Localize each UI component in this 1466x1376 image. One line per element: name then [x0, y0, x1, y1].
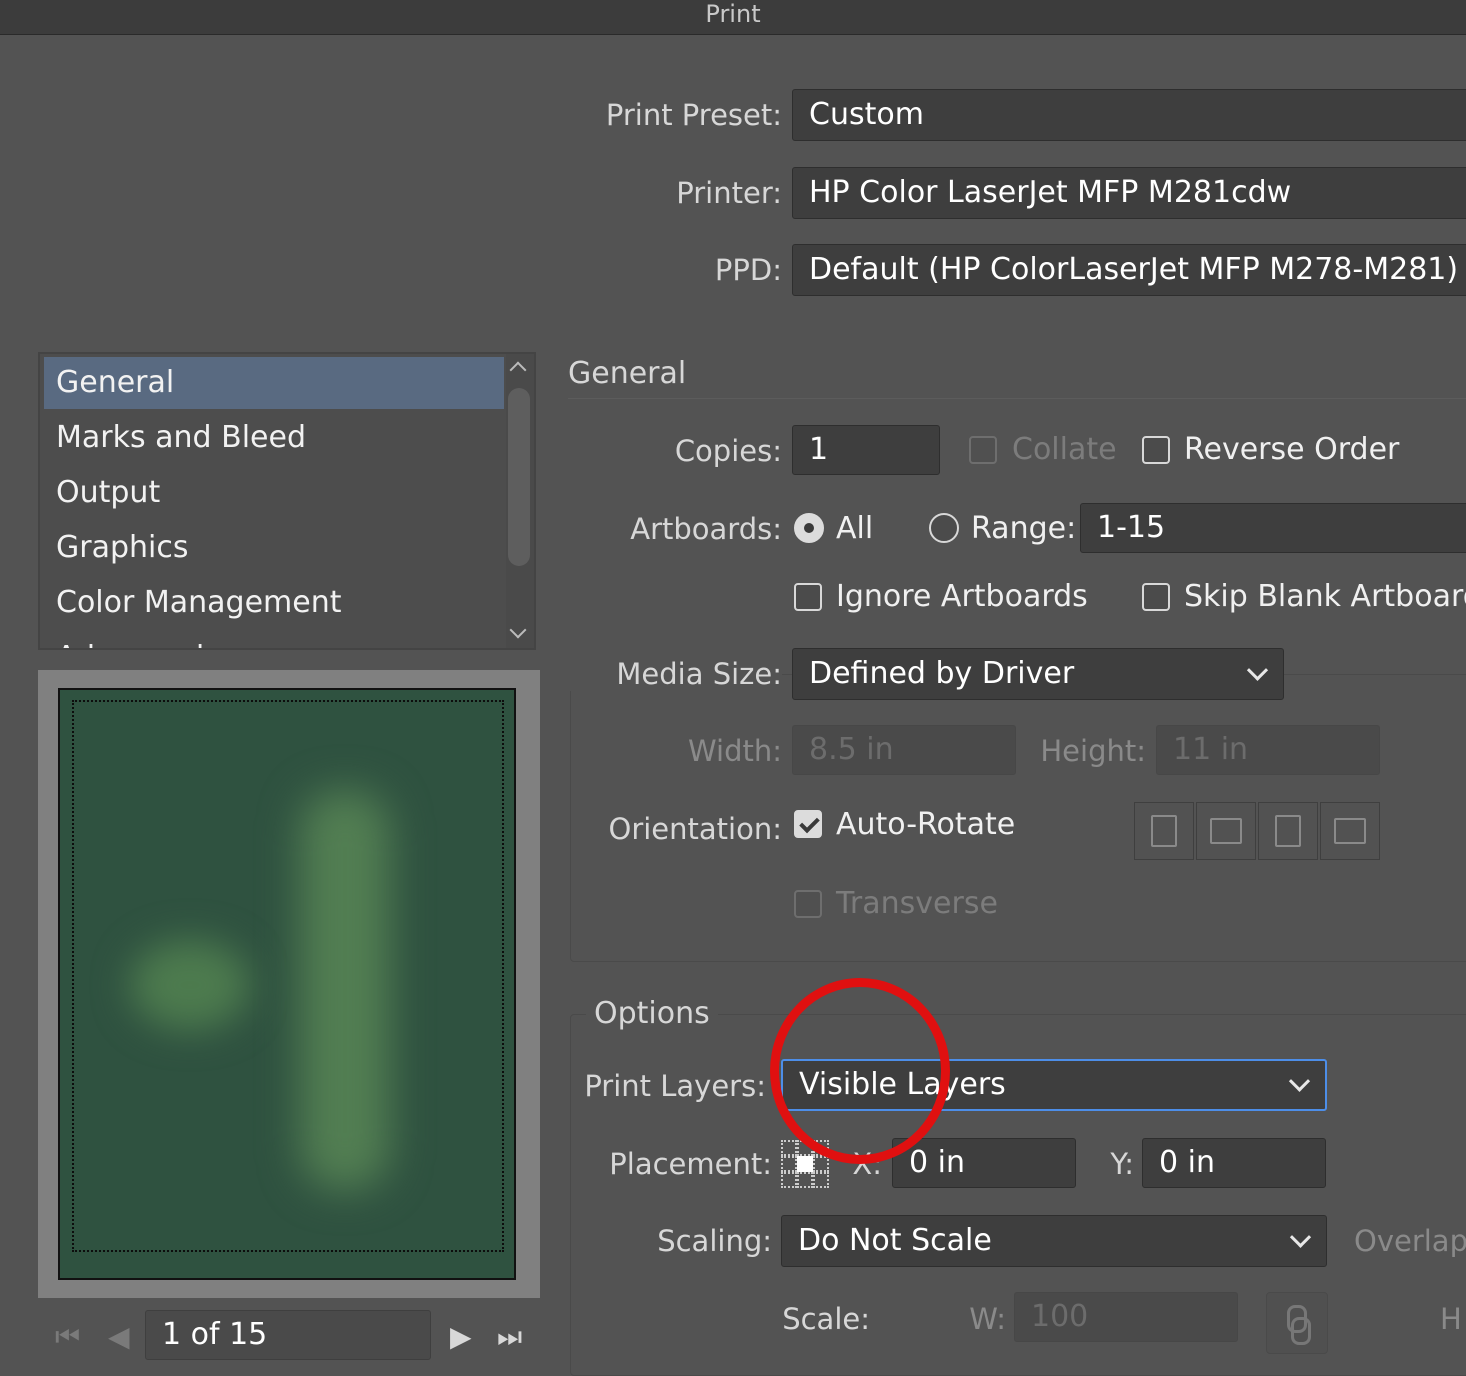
artboards-label: Artboards: [630, 512, 782, 546]
orientation-landscape-flipped-button[interactable] [1320, 802, 1380, 860]
artboards-range-label: Range: [971, 511, 1077, 546]
artboards-all-radio[interactable] [794, 513, 824, 543]
category-marks-and-bleed[interactable]: Marks and Bleed [44, 412, 504, 464]
category-advanced[interactable]: Advanced [44, 632, 504, 648]
scrollbar-thumb[interactable] [508, 388, 530, 566]
title-bar: Print [0, 0, 1466, 35]
range-input[interactable]: 1-15 [1080, 503, 1466, 553]
ignore-artboards-checkbox[interactable] [794, 583, 822, 611]
media-size-value: Defined by Driver [809, 656, 1075, 691]
scaling-select[interactable]: Do Not Scale [781, 1215, 1327, 1267]
width-label: Width: [687, 734, 782, 768]
portrait-icon [1151, 815, 1177, 847]
placement-label: Placement: [609, 1147, 772, 1181]
overlap-label: Overlap [1354, 1224, 1466, 1258]
last-page-icon[interactable]: ⏭ [497, 1320, 522, 1354]
category-color-management[interactable]: Color Management [44, 577, 504, 629]
prev-page-icon[interactable]: ◀ [108, 1320, 130, 1353]
category-list: General Marks and Bleed Output Graphics … [38, 352, 536, 650]
general-section-title: General [568, 356, 687, 391]
first-page-icon[interactable]: ⏮ [55, 1320, 80, 1354]
media-size-select[interactable]: Defined by Driver [792, 648, 1284, 700]
page-number-field[interactable]: 1 of 15 [145, 1310, 431, 1360]
skip-blank-artboards-checkbox[interactable] [1142, 583, 1170, 611]
category-general[interactable]: General [44, 357, 504, 409]
portrait-flipped-icon [1275, 815, 1301, 847]
scale-w-label: W: [969, 1302, 1006, 1336]
print-preview-page [58, 688, 516, 1280]
chevron-down-icon [1288, 1070, 1311, 1092]
scaling-label: Scaling: [657, 1224, 772, 1258]
orientation-landscape-button[interactable] [1196, 802, 1256, 860]
landscape-flipped-icon [1334, 818, 1366, 844]
copies-input[interactable]: 1 [792, 425, 940, 475]
y-input[interactable]: 0 in [1142, 1138, 1326, 1188]
section-divider [568, 398, 1466, 399]
print-layers-label: Print Layers: [584, 1069, 766, 1103]
height-label: Height: [1040, 734, 1146, 768]
transverse-checkbox[interactable] [794, 890, 822, 918]
auto-rotate-checkbox[interactable] [794, 810, 822, 838]
orientation-label: Orientation: [608, 812, 783, 846]
artwork-bar [300, 790, 390, 1190]
height-input[interactable]: 11 in [1156, 725, 1380, 775]
artboards-range-radio[interactable] [929, 513, 959, 543]
chevron-up-icon[interactable] [509, 361, 527, 379]
scale-w-input[interactable]: 100 [1014, 1292, 1238, 1342]
printer-select[interactable]: HP Color LaserJet MFP M281cdw [792, 167, 1466, 219]
next-page-icon[interactable]: ▶ [450, 1320, 472, 1353]
copies-label: Copies: [674, 434, 782, 468]
width-input[interactable]: 8.5 in [792, 725, 1016, 775]
scale-label: Scale: [782, 1302, 870, 1336]
collate-label: Collate [1012, 432, 1117, 467]
skip-blank-artboards-label: Skip Blank Artboards [1184, 579, 1466, 614]
options-section-title: Options [586, 996, 718, 1031]
category-scrollbar[interactable] [506, 354, 534, 648]
link-icon[interactable] [1266, 1292, 1328, 1354]
artboards-all-label: All [836, 511, 874, 546]
x-input[interactable]: 0 in [892, 1138, 1076, 1188]
chevron-down-icon [1289, 1226, 1312, 1248]
category-output[interactable]: Output [44, 467, 504, 519]
category-graphics[interactable]: Graphics [44, 522, 504, 574]
printer-label: Printer: [676, 176, 782, 210]
artwork-blob [130, 940, 250, 1030]
scaling-value: Do Not Scale [798, 1223, 992, 1258]
collate-checkbox[interactable] [969, 436, 997, 464]
landscape-icon [1210, 818, 1242, 844]
orientation-portrait-flipped-button[interactable] [1258, 802, 1318, 860]
media-size-label: Media Size: [560, 657, 782, 691]
print-preset-select[interactable]: Custom [792, 89, 1466, 141]
ignore-artboards-label: Ignore Artboards [836, 579, 1088, 614]
window-title: Print [705, 0, 761, 28]
transverse-label: Transverse [836, 886, 998, 921]
chevron-down-icon [1246, 659, 1269, 681]
print-preset-label: Print Preset: [605, 98, 782, 132]
reverse-order-label: Reverse Order [1184, 432, 1400, 467]
ppd-label: PPD: [714, 253, 782, 287]
reverse-order-checkbox[interactable] [1142, 436, 1170, 464]
auto-rotate-label: Auto-Rotate [836, 807, 1016, 842]
orientation-portrait-button[interactable] [1134, 802, 1194, 860]
annotation-circle [770, 978, 950, 1164]
scale-h-label: H [1440, 1302, 1462, 1336]
y-label: Y: [1110, 1147, 1134, 1181]
ppd-select[interactable]: Default (HP ColorLaserJet MFP M278-M281) [792, 244, 1466, 296]
chevron-down-icon[interactable] [509, 621, 527, 639]
